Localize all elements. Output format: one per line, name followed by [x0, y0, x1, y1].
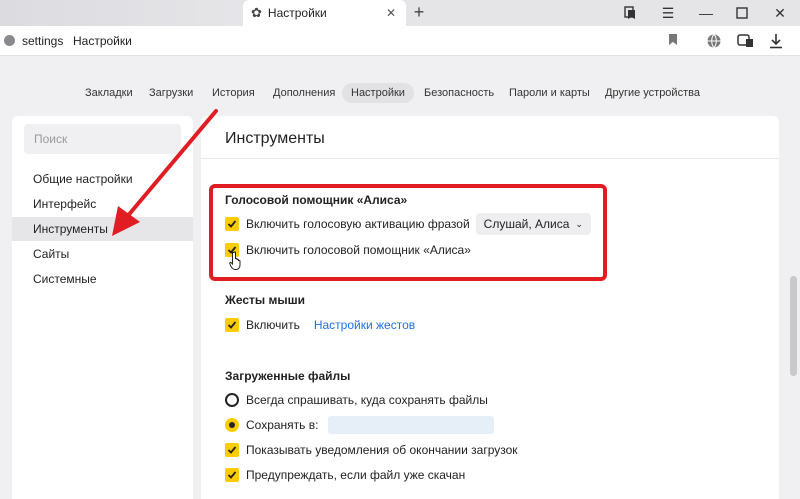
bookmark-icon[interactable]	[669, 34, 677, 45]
close-window-button[interactable]: ✕	[762, 0, 798, 26]
collections-button[interactable]	[612, 0, 648, 26]
close-tab-icon[interactable]: ✕	[386, 6, 396, 20]
ask-location-label[interactable]: Всегда спрашивать, куда сохранять файлы	[246, 393, 488, 407]
search-input[interactable]: Поиск	[24, 124, 181, 154]
nav-passwords[interactable]: Пароли и карты	[509, 83, 590, 103]
warn-checkbox[interactable]	[225, 468, 239, 482]
checkmark-icon	[227, 446, 237, 454]
title-bar: ✿ Настройки ✕ + ☰ — ✕	[0, 0, 800, 26]
sidebar-item-general[interactable]: Общие настройки	[12, 167, 193, 191]
nav-extensions[interactable]: Дополнения	[273, 83, 335, 103]
gestures-section-title: Жесты мыши	[225, 293, 305, 307]
checkmark-icon	[227, 321, 237, 329]
checkmark-icon	[227, 220, 237, 228]
save-to-radio[interactable]	[225, 418, 239, 432]
collections-icon	[624, 6, 635, 19]
tab-title: Настройки	[267, 6, 327, 20]
save-to-label[interactable]: Сохранять в:	[246, 418, 318, 432]
ask-location-row: Всегда спрашивать, куда сохранять файлы	[225, 391, 488, 409]
gestures-settings-link[interactable]: Настройки жестов	[314, 318, 415, 332]
page-title: Инструменты	[225, 130, 325, 147]
voice-assistant-row: Включить голосовой помощник «Алиса»	[225, 241, 471, 259]
voice-activation-label[interactable]: Включить голосовую активацию фразой	[246, 217, 470, 231]
voice-activation-row: Включить голосовую активацию фразой Слуш…	[225, 213, 591, 235]
downloads-section-title: Загруженные файлы	[225, 369, 351, 383]
site-info-icon[interactable]	[4, 35, 15, 46]
sidebar-item-tools[interactable]: Инструменты	[12, 217, 193, 241]
voice-activation-checkbox[interactable]	[225, 217, 239, 231]
nav-bookmarks[interactable]: Закладки	[85, 83, 133, 103]
maximize-button[interactable]	[724, 0, 760, 26]
ask-location-radio[interactable]	[225, 393, 239, 407]
menu-button[interactable]: ☰	[650, 0, 686, 26]
sidebar-item-sites[interactable]: Сайты	[12, 242, 193, 266]
nav-settings[interactable]: Настройки	[342, 83, 414, 103]
save-to-row: Сохранять в:	[225, 416, 495, 434]
download-icon[interactable]	[766, 31, 786, 51]
tab-settings[interactable]: ✿ Настройки ✕	[243, 0, 406, 26]
minimize-icon: —	[699, 5, 713, 21]
settings-sidebar: Поиск Общие настройки Интерфейс Инструме…	[12, 116, 193, 499]
checkmark-icon	[227, 471, 237, 479]
gestures-enable-label[interactable]: Включить	[246, 318, 300, 332]
minimize-button[interactable]: —	[688, 0, 724, 26]
scroll-thumb[interactable]	[790, 276, 797, 376]
nav-security[interactable]: Безопасность	[424, 83, 494, 103]
gestures-row: Включить Настройки жестов	[225, 316, 415, 334]
nav-devices[interactable]: Другие устройства	[605, 83, 700, 103]
notify-checkbox[interactable]	[225, 443, 239, 457]
new-tab-button[interactable]: +	[408, 0, 430, 26]
title-divider	[201, 158, 779, 159]
chevron-down-icon: ⌄	[575, 218, 583, 229]
sidebar-item-system[interactable]: Системные	[12, 267, 193, 291]
nav-downloads[interactable]: Загрузки	[149, 83, 193, 103]
gear-icon: ✿	[251, 5, 262, 20]
scrollbar[interactable]	[787, 116, 800, 499]
address-url[interactable]: settings	[22, 34, 63, 48]
notify-label[interactable]: Показывать уведомления об окончании загр…	[246, 443, 518, 457]
maximize-icon	[736, 7, 748, 19]
address-bar[interactable]: settings Настройки	[0, 26, 800, 56]
globe-icon[interactable]	[704, 31, 724, 51]
voice-section-title: Голосовой помощник «Алиса»	[225, 193, 408, 207]
voice-assistant-label[interactable]: Включить голосовой помощник «Алиса»	[246, 243, 471, 257]
settings-content: Инструменты Голосовой помощник «Алиса» В…	[201, 116, 779, 499]
warn-label[interactable]: Предупреждать, если файл уже скачан	[246, 468, 465, 482]
settings-nav: Закладки Загрузки История Дополнения Нас…	[0, 56, 800, 116]
nav-history[interactable]: История	[212, 83, 255, 103]
hand-cursor-icon	[229, 251, 241, 270]
close-icon: ✕	[774, 4, 786, 21]
warn-row: Предупреждать, если файл уже скачан	[225, 466, 465, 484]
save-path-field[interactable]	[328, 416, 495, 434]
phrase-select-value: Слушай, Алиса	[483, 217, 570, 231]
extensions-icon[interactable]	[736, 31, 756, 51]
phrase-select[interactable]: Слушай, Алиса ⌄	[475, 213, 591, 235]
inactive-tab-area[interactable]	[0, 0, 240, 26]
hamburger-icon: ☰	[661, 4, 675, 21]
sidebar-item-interface[interactable]: Интерфейс	[12, 192, 193, 216]
address-page-title[interactable]: Настройки	[73, 34, 132, 48]
gestures-checkbox[interactable]	[225, 318, 239, 332]
notify-row: Показывать уведомления об окончании загр…	[225, 441, 518, 459]
